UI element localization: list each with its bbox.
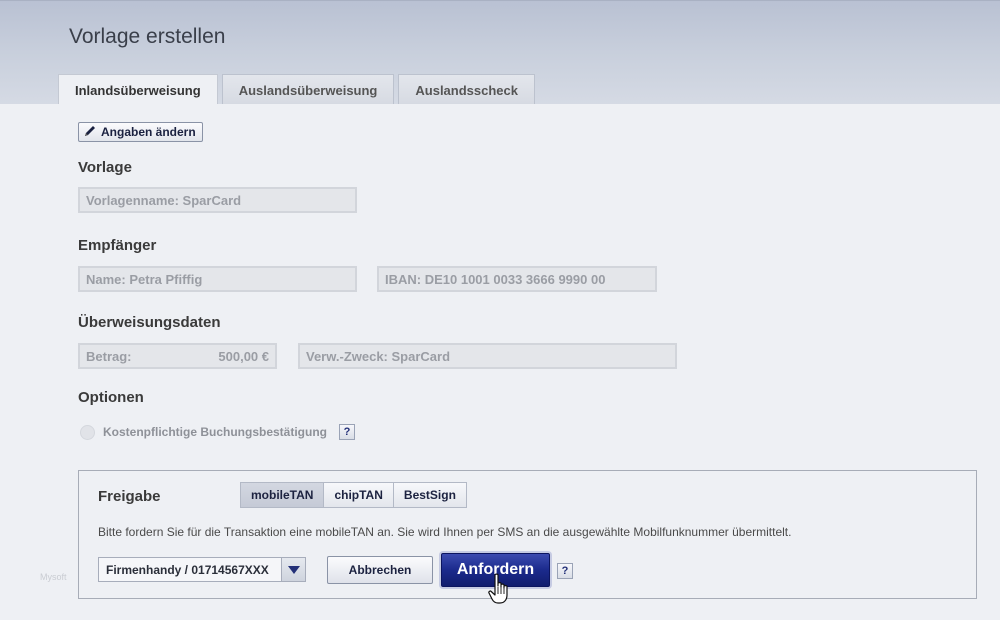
tab-bar: Inlandsüberweisung Auslandsüberweisung A…: [58, 74, 539, 106]
form-content: Angaben ändern Vorlage Vorlagenname: Spa…: [0, 104, 1000, 620]
hand-cursor-icon: [488, 573, 510, 605]
purpose-field[interactable]: Verw.-Zweck: SparCard: [298, 343, 677, 369]
recipient-name-field[interactable]: Name: Petra Pfiffig: [78, 266, 357, 292]
method-mobiletan[interactable]: mobileTAN: [241, 483, 325, 507]
vorlage-heading: Vorlage: [78, 159, 132, 176]
phone-select[interactable]: Firmenhandy / 01714567XXX: [98, 557, 306, 582]
phone-select-value: Firmenhandy / 01714567XXX: [106, 562, 269, 577]
page-title: Vorlage erstellen: [69, 25, 226, 48]
amount-value: 500,00 €: [218, 348, 269, 364]
page-header: Vorlage erstellen Inlandsüberweisung Aus…: [0, 0, 1000, 106]
watermark: Mysoft: [40, 572, 67, 582]
freigabe-heading: Freigabe: [98, 488, 161, 505]
tab-auslandsueberweisung[interactable]: Auslandsüberweisung: [221, 74, 395, 105]
amount-field[interactable]: Betrag: 500,00 €: [78, 343, 277, 369]
pencil-icon: [83, 124, 97, 141]
empfaenger-heading: Empfänger: [78, 237, 157, 254]
freigabe-info-text: Bitte fordern Sie für die Transaktion ei…: [98, 525, 792, 539]
help-icon[interactable]: ?: [557, 563, 573, 579]
template-name-field[interactable]: Vorlagenname: SparCard: [78, 187, 357, 213]
cancel-button[interactable]: Abbrechen: [327, 556, 433, 584]
edit-details-button[interactable]: Angaben ändern: [78, 122, 203, 142]
method-bestsign[interactable]: BestSign: [393, 483, 466, 507]
tab-auslandsscheck[interactable]: Auslandsscheck: [398, 74, 535, 105]
iban-field[interactable]: IBAN: DE10 1001 0033 3666 9990 00: [377, 266, 657, 292]
amount-label: Betrag:: [86, 348, 132, 364]
method-chiptan[interactable]: chipTAN: [324, 483, 394, 507]
ueberweisung-heading: Überweisungsdaten: [78, 314, 221, 331]
option-row: Kostenpflichtige Buchungsbestätigung ?: [80, 424, 355, 440]
release-panel: Freigabe mobileTAN chipTAN BestSign Bitt…: [78, 470, 977, 604]
help-icon[interactable]: ?: [339, 424, 355, 440]
tab-inlandsueberweisung[interactable]: Inlandsüberweisung: [58, 74, 218, 106]
booking-confirmation-label: Kostenpflichtige Buchungsbestätigung: [103, 425, 327, 439]
tan-method-selector: mobileTAN chipTAN BestSign: [240, 482, 467, 508]
optionen-heading: Optionen: [78, 389, 144, 406]
edit-details-label: Angaben ändern: [101, 125, 196, 139]
booking-confirmation-radio[interactable]: [80, 424, 95, 440]
dropdown-arrow-icon[interactable]: [281, 558, 305, 581]
